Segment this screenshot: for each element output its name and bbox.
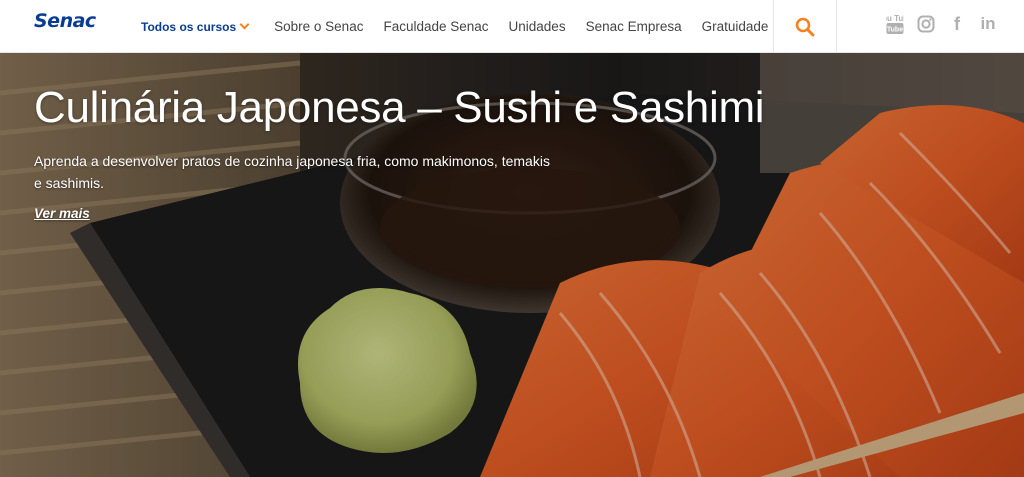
instagram-icon xyxy=(917,15,935,33)
main-nav: Todos os cursos Sobre o Senac Faculdade … xyxy=(141,0,788,53)
ver-mais-link[interactable]: Ver mais xyxy=(34,206,90,221)
svg-text:Tube: Tube xyxy=(887,27,903,34)
facebook-link[interactable]: f xyxy=(947,14,967,34)
nav-item-unidades[interactable]: Unidades xyxy=(509,19,566,34)
youtube-link[interactable]: You Tube Tube xyxy=(885,14,905,34)
social-links: You Tube Tube f in xyxy=(885,14,1009,34)
senac-logo[interactable]: Senac xyxy=(34,10,96,32)
linkedin-link[interactable]: in xyxy=(978,14,998,34)
nav-item-gratuidade[interactable]: Gratuidade xyxy=(702,19,769,34)
search-button[interactable] xyxy=(773,0,837,53)
nav-item-sobre[interactable]: Sobre o Senac xyxy=(274,19,363,34)
hero-description: Aprenda a desenvolver pratos de cozinha … xyxy=(34,153,550,191)
hero-title: Culinária Japonesa – Sushi e Sashimi xyxy=(34,83,765,132)
svg-text:You Tube: You Tube xyxy=(886,14,904,23)
facebook-icon: f xyxy=(954,13,960,34)
nav-item-label: Todos os cursos xyxy=(141,19,237,34)
youtube-icon: You Tube Tube xyxy=(886,14,904,34)
linkedin-icon: in xyxy=(980,14,996,33)
nav-item-todos-os-cursos[interactable]: Todos os cursos xyxy=(141,19,250,34)
nav-item-faculdade[interactable]: Faculdade Senac xyxy=(383,19,488,34)
nav-item-senac-empresa[interactable]: Senac Empresa xyxy=(586,19,682,34)
search-icon xyxy=(795,17,815,36)
hero-banner: Culinária Japonesa – Sushi e Sashimi Apr… xyxy=(0,53,1024,477)
instagram-link[interactable] xyxy=(916,14,936,34)
site-header: Senac Todos os cursos Sobre o Senac Facu… xyxy=(0,0,1024,53)
chevron-down-icon xyxy=(239,19,250,30)
